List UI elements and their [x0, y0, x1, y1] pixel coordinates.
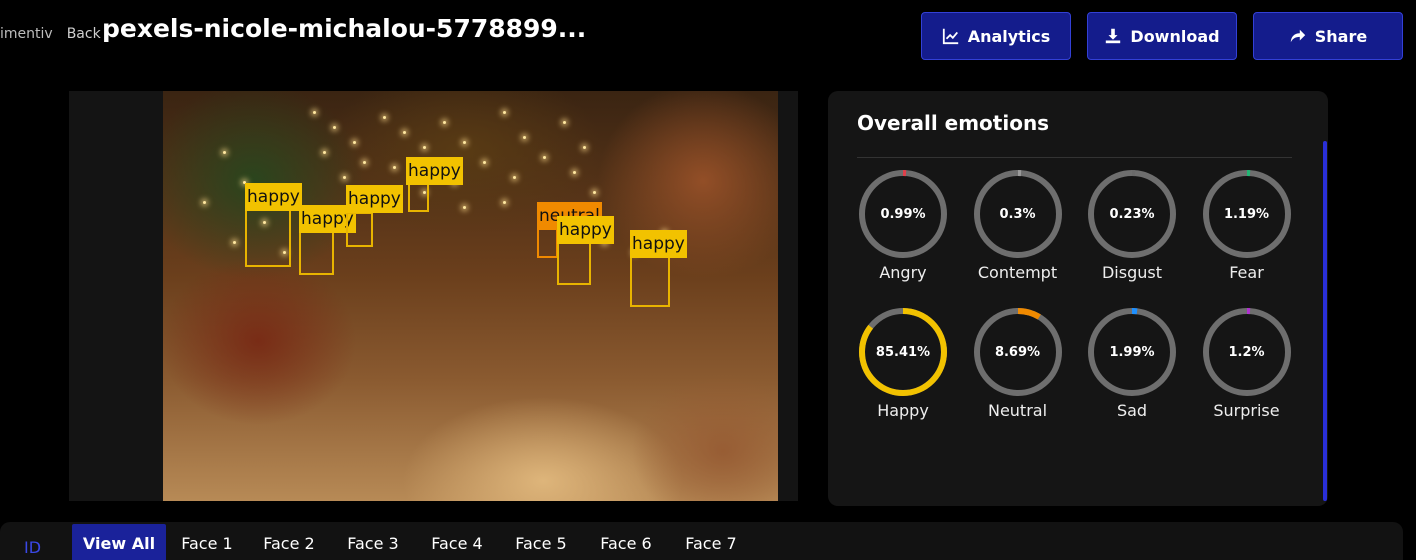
divider	[857, 157, 1292, 158]
gauge-angry: 0.99%	[857, 168, 949, 260]
string-light	[483, 161, 486, 164]
string-light	[503, 201, 506, 204]
tab-face-2[interactable]: Face 2	[252, 524, 326, 560]
string-light	[383, 116, 386, 119]
tab-face-4[interactable]: Face 4	[420, 524, 494, 560]
string-light	[233, 241, 236, 244]
face-box-4[interactable]	[408, 183, 429, 212]
gauge-value: 1.2%	[1228, 344, 1265, 360]
download-button[interactable]: Download	[1087, 12, 1237, 60]
string-light	[333, 126, 336, 129]
gauge-fear: 1.19%	[1201, 168, 1293, 260]
scrollbar[interactable]	[1323, 141, 1327, 501]
string-light	[513, 176, 516, 179]
gauge-value: 85.41%	[875, 344, 931, 360]
gauge-value: 0.99%	[880, 206, 926, 222]
gauge-sad: 1.99%	[1086, 306, 1178, 398]
string-light	[593, 191, 596, 194]
analytics-label: Analytics	[967, 26, 1051, 46]
share-label: Share	[1314, 26, 1368, 46]
string-light	[403, 131, 406, 134]
gauge-label-disgust: Disgust	[1101, 263, 1162, 282]
face-box-3[interactable]	[346, 212, 373, 247]
string-light	[443, 121, 446, 124]
tab-view-all[interactable]: View All	[72, 524, 166, 560]
analyzed-photo	[163, 91, 778, 501]
tab-face-5[interactable]: Face 5	[504, 524, 578, 560]
gauge-happy: 85.41%	[857, 306, 949, 398]
gauge-value: 0.23%	[1109, 206, 1155, 222]
string-light	[203, 201, 206, 204]
string-light	[223, 151, 226, 154]
face-tag-1: happy	[245, 183, 302, 211]
analytics-button[interactable]: Analytics	[921, 12, 1071, 60]
tab-face-1[interactable]: Face 1	[172, 524, 242, 560]
gauge-label-angry: Angry	[879, 263, 927, 282]
id-label: ID	[24, 538, 42, 557]
gauge-label-surprise: Surprise	[1213, 401, 1280, 420]
string-light	[463, 206, 466, 209]
back-link[interactable]: Back	[67, 26, 101, 42]
string-light	[463, 141, 466, 144]
gauge-contempt: 0.3%	[972, 168, 1064, 260]
share-button[interactable]: Share	[1253, 12, 1403, 60]
string-light	[363, 161, 366, 164]
gauge-value: 8.69%	[994, 344, 1041, 360]
gauge-surprise: 1.2%	[1201, 306, 1293, 398]
face-box-7[interactable]	[630, 256, 670, 307]
gauge-label-sad: Sad	[1116, 401, 1148, 420]
emotions-title: Overall emotions	[857, 111, 1050, 135]
string-light	[423, 146, 426, 149]
gauge-value: 0.3%	[999, 206, 1036, 222]
tab-face-6[interactable]: Face 6	[589, 524, 663, 560]
gauge-value: 1.99%	[1109, 344, 1155, 360]
logo-text: imentiv	[0, 26, 53, 42]
gauge-label-fear: Fear	[1229, 263, 1264, 282]
string-light	[353, 141, 356, 144]
gauge-disgust: 0.23%	[1086, 168, 1178, 260]
face-tag-7: happy	[630, 230, 687, 258]
face-box-1[interactable]	[245, 209, 291, 267]
gauge-value: 1.19%	[1223, 206, 1270, 222]
gauge-label-neutral: Neutral	[987, 401, 1048, 420]
string-light	[523, 136, 526, 139]
tab-face-3[interactable]: Face 3	[336, 524, 410, 560]
string-light	[503, 111, 506, 114]
gauge-neutral: 8.69%	[972, 306, 1064, 398]
file-title: pexels-nicole-michalou-5778899...	[102, 14, 587, 43]
share-icon	[1290, 29, 1305, 43]
face-tag-3: happy	[346, 185, 403, 213]
gauge-label-contempt: Contempt	[977, 263, 1058, 282]
chart-icon	[942, 28, 958, 45]
download-icon	[1106, 28, 1121, 44]
string-light	[343, 176, 346, 179]
string-light	[583, 146, 586, 149]
face-box-2[interactable]	[299, 231, 334, 275]
overall-emotions-panel: Overall emotions 0.99% Angry 0.3% Contempt 0…	[828, 91, 1328, 506]
download-label: Download	[1130, 26, 1220, 46]
face-box-5[interactable]	[537, 228, 558, 258]
logo-back-area[interactable]: imentiv Back	[0, 26, 101, 42]
string-light	[543, 156, 546, 159]
face-box-6[interactable]	[557, 242, 591, 285]
face-tag-4: happy	[406, 157, 463, 185]
string-light	[393, 166, 396, 169]
face-tag-6: happy	[557, 216, 614, 244]
string-light	[313, 111, 316, 114]
string-light	[563, 121, 566, 124]
string-light	[573, 171, 576, 174]
gauge-label-happy: Happy	[877, 401, 929, 420]
tab-face-7[interactable]: Face 7	[674, 524, 748, 560]
string-light	[323, 151, 326, 154]
